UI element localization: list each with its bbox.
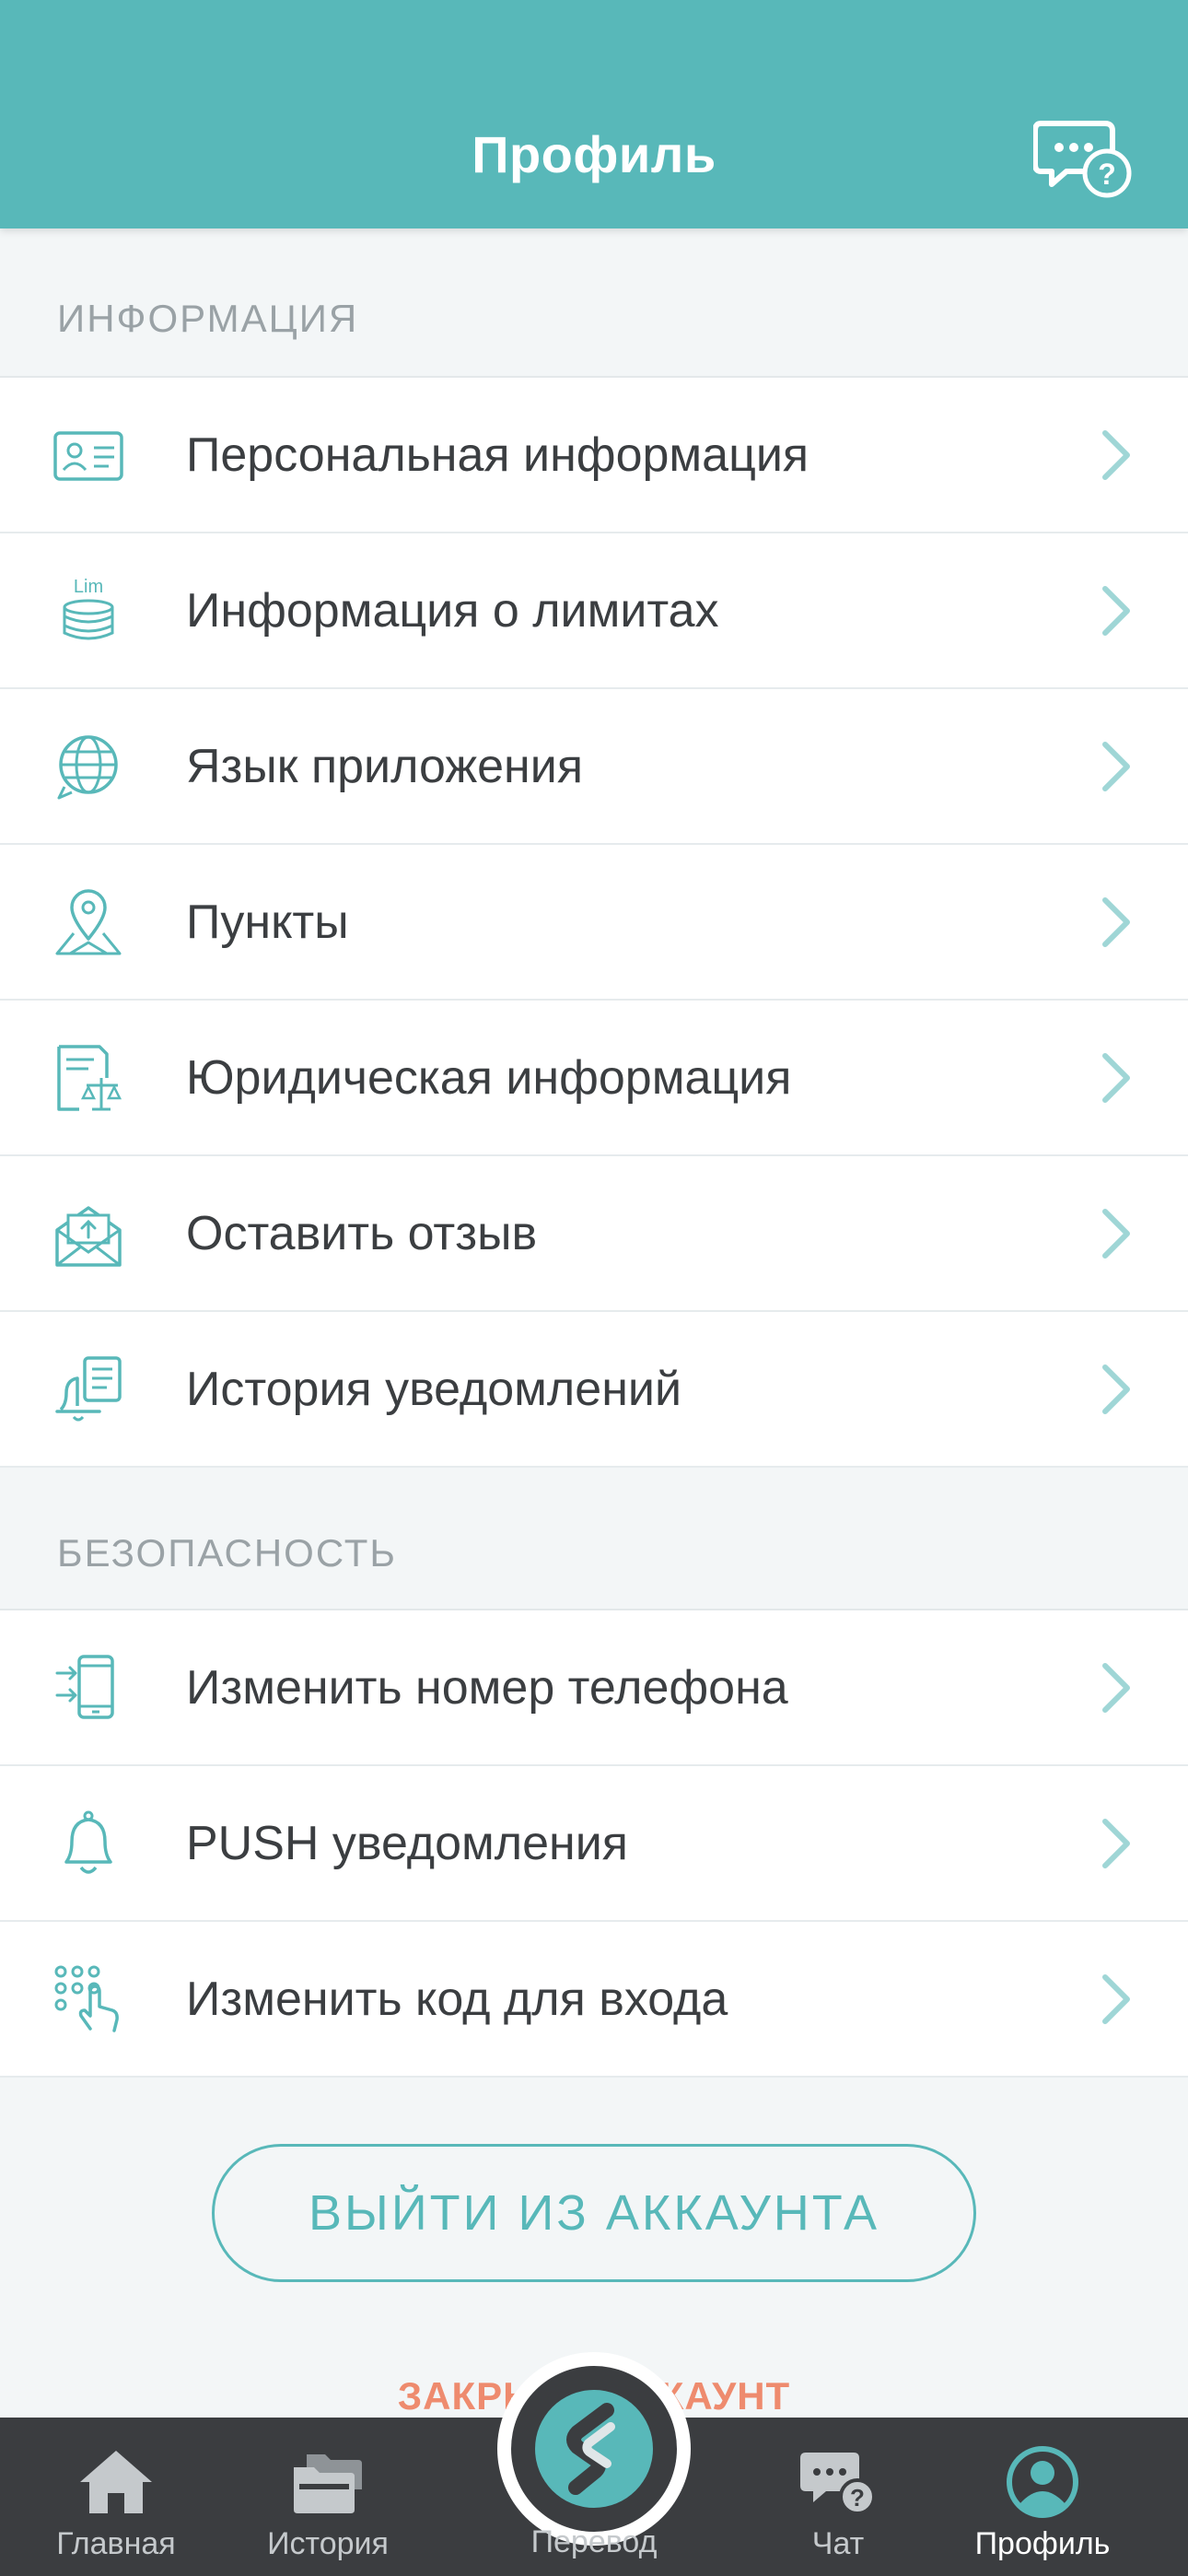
chat-question-icon: ?	[1032, 121, 1132, 198]
menu-item-push-notifications[interactable]: PUSH уведомления	[0, 1766, 1188, 1922]
menu-item-label: История уведомлений	[186, 1362, 682, 1416]
globe-icon	[57, 734, 118, 799]
section-label-info: ИНФОРМАЦИЯ	[57, 297, 359, 340]
section-label-security: БЕЗОПАСНОСТЬ	[57, 1531, 397, 1575]
menu-item-points[interactable]: Пункты	[0, 845, 1188, 1001]
support-chat-button[interactable]: ?	[1032, 118, 1135, 201]
chevron-right-icon	[1102, 1973, 1130, 2024]
tab-label: Чат	[811, 2526, 865, 2561]
chevron-right-icon	[1102, 429, 1130, 480]
transfer-button-inner	[511, 2366, 677, 2532]
menu-item-label: Персональная информация	[186, 427, 809, 482]
folder-icon	[294, 2454, 362, 2513]
menu-item-label: Пункты	[186, 895, 349, 949]
menu-item-label: Изменить код для входа	[186, 1972, 728, 2026]
logout-button[interactable]: ВЫЙТИ ИЗ АККАУНТА	[212, 2144, 976, 2282]
menu-item-leave-feedback[interactable]: Оставить отзыв	[0, 1156, 1188, 1312]
home-icon	[80, 2451, 152, 2513]
tab-label: Профиль	[974, 2526, 1111, 2561]
tab-history[interactable]: История	[236, 2418, 420, 2576]
chevron-right-icon	[1102, 1662, 1130, 1713]
info-list: Персональная информация Lim Информация о…	[0, 376, 1188, 1468]
map-pin-icon	[55, 888, 122, 954]
menu-item-legal-info[interactable]: Юридическая информация	[0, 1001, 1188, 1156]
svg-text:Lim: Lim	[74, 577, 103, 597]
chevron-right-icon	[1102, 1818, 1130, 1868]
chevron-right-icon	[1102, 1364, 1130, 1414]
menu-item-personal-info[interactable]: Персональная информация	[0, 378, 1188, 533]
chat-question-icon: ?	[800, 2453, 876, 2515]
tab-profile[interactable]: Профиль	[950, 2418, 1135, 2576]
menu-item-label: Юридическая информация	[186, 1050, 792, 1105]
menu-item-label: Язык приложения	[186, 739, 583, 793]
chevron-right-icon	[1102, 1208, 1130, 1259]
tab-chat[interactable]: ? Чат	[746, 2418, 930, 2576]
tab-transfer-label[interactable]: Перевод	[497, 2524, 691, 2560]
menu-item-change-phone[interactable]: Изменить номер телефона	[0, 1610, 1188, 1766]
legal-scales-icon	[57, 1044, 122, 1111]
tab-home[interactable]: Главная	[24, 2418, 208, 2576]
menu-item-limits-info[interactable]: Lim Информация о лимитах	[0, 533, 1188, 689]
notification-history-icon	[55, 1355, 122, 1421]
keypad-touch-icon	[54, 1965, 119, 2032]
user-profile-icon	[1007, 2446, 1078, 2518]
phone-change-icon	[55, 1654, 114, 1719]
security-list: Изменить номер телефона PUSH уведомления…	[0, 1609, 1188, 2078]
menu-item-app-language[interactable]: Язык приложения	[0, 689, 1188, 845]
svg-text:?: ?	[1098, 158, 1116, 191]
chevron-right-icon	[1102, 741, 1130, 791]
chevron-right-icon	[1102, 585, 1130, 636]
menu-item-notification-history[interactable]: История уведомлений	[0, 1312, 1188, 1468]
chevron-right-icon	[1102, 896, 1130, 947]
envelope-upload-icon	[55, 1205, 122, 1267]
menu-item-label: Изменить номер телефона	[186, 1660, 788, 1715]
chevron-right-icon	[1102, 1052, 1130, 1103]
tab-label: История	[267, 2526, 389, 2561]
tab-label: Главная	[56, 2526, 176, 2561]
limits-coins-icon: Lim	[63, 577, 114, 639]
transfer-button[interactable]	[497, 2352, 691, 2546]
menu-item-change-login-code[interactable]: Изменить код для входа	[0, 1922, 1188, 2078]
menu-item-label: PUSH уведомления	[186, 1816, 628, 1870]
header: Профиль ?	[0, 0, 1188, 228]
transfer-logo-icon	[535, 2390, 653, 2508]
menu-item-label: Оставить отзыв	[186, 1206, 538, 1260]
page-title: Профиль	[472, 125, 716, 183]
svg-text:?: ?	[850, 2484, 865, 2512]
bell-icon	[64, 1810, 112, 1874]
menu-item-label: Информация о лимитах	[186, 583, 719, 638]
id-card-icon	[53, 430, 123, 481]
